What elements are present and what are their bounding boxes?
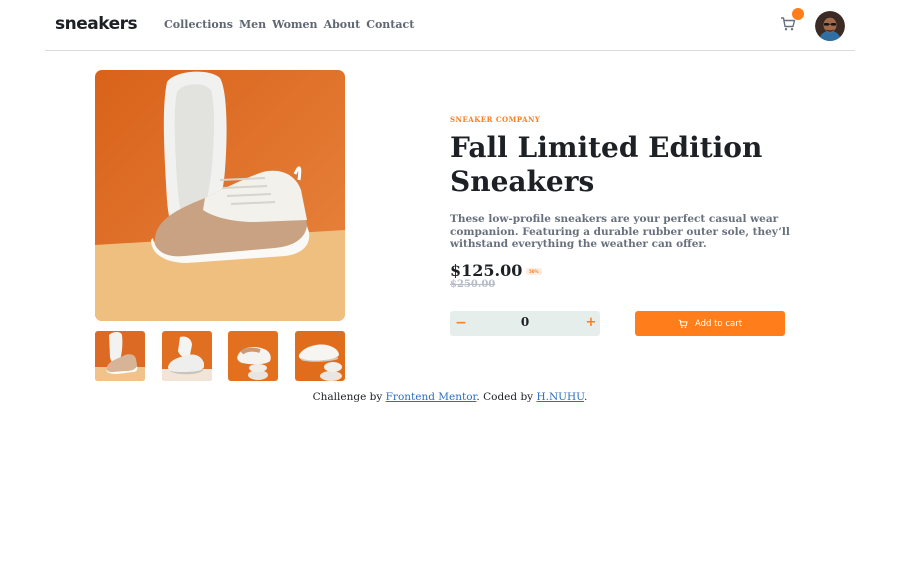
quantity-stepper: − 0 + [450, 311, 600, 336]
add-to-cart-label: Add to cart [694, 318, 743, 329]
add-to-cart-button[interactable]: Add to cart [635, 311, 785, 336]
cart-badge [792, 8, 804, 20]
attribution-suffix: . [584, 391, 588, 403]
attribution-footer: Challenge by Frontend Mentor. Coded by H… [0, 391, 900, 403]
product-title: Fall Limited Edition Sneakers [450, 131, 763, 198]
main-nav: Collections Men Women About Contact [164, 18, 414, 31]
cart-icon [678, 319, 688, 328]
thumbnail-1[interactable] [95, 331, 145, 381]
logo[interactable]: sneakers [55, 14, 138, 34]
product-main-image[interactable] [95, 70, 345, 321]
thumbnail-2[interactable] [162, 331, 212, 381]
discount-badge: 50% [526, 268, 542, 275]
original-price: $250.00 [450, 279, 496, 290]
product-description: These low-profile sneakers are your perf… [450, 213, 790, 250]
site-header: sneakers Collections Men Women About Con… [45, 0, 855, 51]
attribution-middle: . Coded by [476, 391, 537, 403]
frontend-mentor-link[interactable]: Frontend Mentor [386, 391, 477, 403]
nav-women[interactable]: Women [272, 18, 317, 31]
company-label: SNEAKER COMPANY [450, 115, 541, 124]
author-link[interactable]: H.NUHU [536, 391, 584, 403]
quantity-value: 0 [520, 315, 530, 329]
thumbnail-4[interactable] [295, 331, 345, 381]
plus-icon[interactable]: + [584, 314, 598, 332]
thumbnail-3[interactable] [228, 331, 278, 381]
avatar[interactable] [815, 11, 845, 41]
nav-contact[interactable]: Contact [366, 18, 414, 31]
nav-men[interactable]: Men [239, 18, 266, 31]
nav-collections[interactable]: Collections [164, 18, 233, 31]
current-price: $125.00 [450, 261, 523, 280]
attribution-prefix: Challenge by [312, 391, 386, 403]
nav-about[interactable]: About [324, 18, 361, 31]
